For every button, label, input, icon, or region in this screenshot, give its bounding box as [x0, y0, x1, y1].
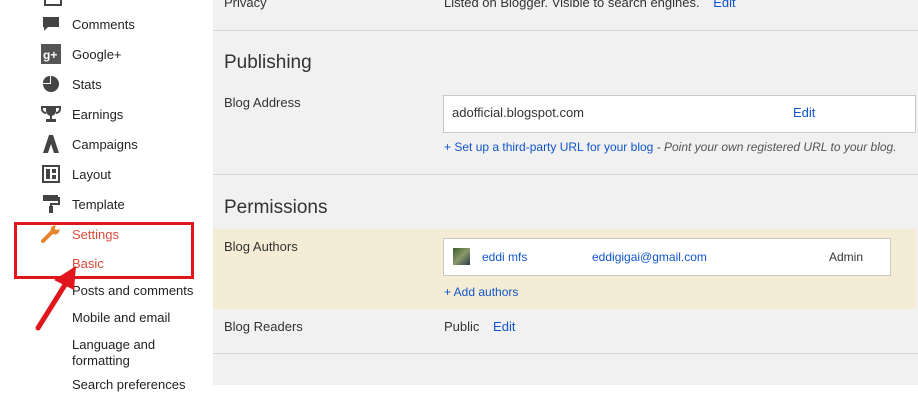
- blog-address-value: adofficial.blogspot.com: [452, 105, 585, 120]
- privacy-edit-link[interactable]: Edit: [713, 0, 735, 10]
- add-authors-link[interactable]: + Add authors: [444, 285, 518, 299]
- sidebar-item-label: Earnings: [72, 106, 124, 122]
- sidebar-item-google-plus[interactable]: g+ Google+: [40, 40, 122, 68]
- sidebar-item-label: Stats: [72, 76, 102, 92]
- layout-icon: [40, 164, 62, 184]
- campaigns-icon: [40, 134, 62, 154]
- privacy-label: Privacy: [224, 0, 267, 10]
- sidebar-subitem-search-preferences[interactable]: Search preferences: [72, 377, 185, 393]
- sidebar-item-comments[interactable]: Comments: [40, 10, 135, 38]
- paint-roller-icon: [40, 194, 62, 214]
- sidebar-item-stats[interactable]: Stats: [40, 70, 102, 98]
- sidebar-item-label: Comments: [72, 16, 135, 32]
- sidebar-item-layout[interactable]: Layout: [40, 160, 111, 188]
- sidebar-subitem-posts-and-comments[interactable]: Posts and comments: [72, 283, 193, 299]
- blog-readers-row: Public Edit: [444, 319, 515, 334]
- privacy-value: Listed on Blogger. Visible to search eng…: [444, 0, 700, 10]
- annotation-arrow: [35, 266, 76, 331]
- trophy-icon: [40, 104, 62, 124]
- blog-readers-edit-link[interactable]: Edit: [493, 319, 515, 334]
- third-party-url-row: + Set up a third-party URL for your blog…: [444, 140, 897, 154]
- third-party-url-note: - Point your own registered URL to your …: [653, 140, 897, 154]
- pie-chart-icon: [40, 74, 62, 94]
- blog-address-box: adofficial.blogspot.com Edit: [443, 95, 916, 133]
- settings-main-panel: Privacy Listed on Blogger. Visible to se…: [213, 0, 918, 385]
- blog-address-label: Blog Address: [224, 95, 301, 110]
- author-name[interactable]: eddi mfs: [482, 250, 527, 264]
- divider: [213, 353, 918, 354]
- sidebar-item-label: Campaigns: [72, 136, 138, 152]
- sidebar-item-template[interactable]: Template: [40, 190, 125, 218]
- blog-authors-label: Blog Authors: [224, 239, 298, 254]
- privacy-value-row: Listed on Blogger. Visible to search eng…: [444, 0, 736, 10]
- publishing-section-title: Publishing: [224, 52, 312, 73]
- avatar: [453, 248, 470, 265]
- author-email[interactable]: eddigigai@gmail.com: [592, 250, 707, 264]
- sidebar-subitem-language-and-formatting[interactable]: Language and formatting: [72, 337, 182, 369]
- divider: [213, 174, 918, 175]
- svg-text:g+: g+: [43, 48, 57, 62]
- sidebar-top-clip: [44, 0, 62, 6]
- comment-icon: [40, 14, 62, 34]
- blog-readers-label: Blog Readers: [224, 319, 303, 334]
- google-plus-icon: g+: [40, 44, 62, 64]
- sidebar-item-earnings[interactable]: Earnings: [40, 100, 123, 128]
- third-party-url-link[interactable]: + Set up a third-party URL for your blog: [444, 140, 653, 154]
- sidebar-item-label: Google+: [72, 46, 122, 62]
- sidebar-subitem-mobile-and-email[interactable]: Mobile and email: [72, 310, 170, 326]
- author-role: Admin: [829, 250, 864, 264]
- sidebar-item-campaigns[interactable]: Campaigns: [40, 130, 138, 158]
- permissions-section-title: Permissions: [224, 197, 328, 218]
- blog-readers-value: Public: [444, 319, 480, 334]
- divider: [213, 30, 918, 31]
- sidebar-item-label: Layout: [72, 166, 112, 182]
- blog-address-edit-link[interactable]: Edit: [793, 105, 815, 120]
- author-row: eddi mfs eddigigai@gmail.com Admin: [443, 238, 891, 276]
- sidebar-item-label: Template: [72, 196, 125, 212]
